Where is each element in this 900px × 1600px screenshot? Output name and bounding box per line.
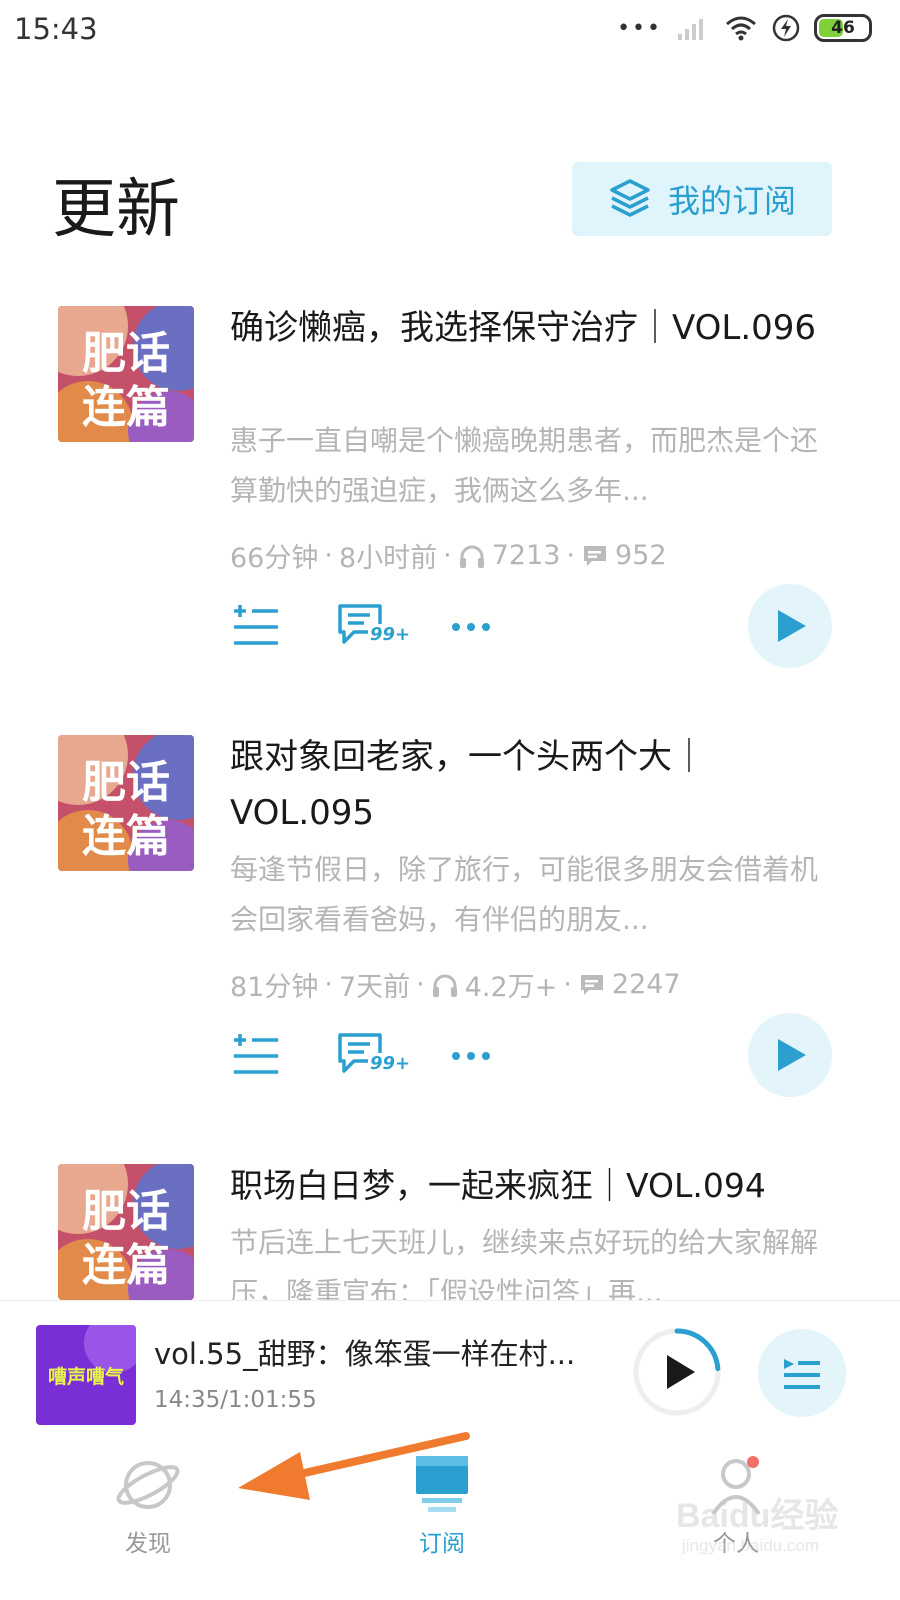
headphones-icon [432,974,457,997]
status-bar: 15:43 ••• 46 [0,0,900,64]
now-playing-cover[interactable]: 嘈声嘈气 [36,1325,136,1425]
episode-description: 节后连上七天班儿，继续来点好玩的给大家解解压，隆重宣布：「假设性问答」再... [230,1226,819,1300]
play-icon [778,1039,806,1071]
battery-icon: 46 [814,14,872,42]
signal-icon [678,19,703,40]
episode-description: 每逢节假日，除了旅行，可能很多朋友会借着机会回家看看爸妈，有伴侣的朋友... [230,853,819,936]
planet-icon [116,1461,180,1509]
comment-icon [584,545,607,566]
add-to-playlist-icon [234,605,278,645]
add-to-playlist-button[interactable] [230,603,282,651]
my-subscriptions-button[interactable]: 我的订阅 [572,162,832,236]
episode-comments: 952 [615,540,667,571]
mini-player[interactable]: 嘈声嘈气 vol.55_甜野：像笨蛋一样在村... 14:35/1:01:55 [0,1300,900,1438]
watermark: Baidu经验 jingyan.baidu.com [676,1488,876,1588]
episode-item[interactable]: 肥话 连篇 跟对象回老家，一个头两个大｜VOL.095 每逢节假日，除了旅行，可… [0,729,900,1109]
page-title: 更新 [52,173,180,247]
episode-comments: 2247 [611,969,681,1000]
add-to-playlist-icon [234,1034,278,1074]
cover-title-line1: 肥话 [82,328,170,379]
status-icons: ••• 46 [617,14,872,42]
status-time: 15:43 [14,12,98,46]
comment-count-badge: 99+ [368,1053,413,1074]
episode-age: 7天前 [338,972,411,1003]
episode-meta: 81分钟 · 7天前 · 4.2万+ · 2247 [230,965,681,1004]
comments-button[interactable]: 99+ [336,1031,413,1081]
now-playing-title[interactable]: vol.55_甜野：像笨蛋一样在村... [154,1331,614,1373]
battery-level: 46 [831,18,855,38]
now-playing-time: 14:35/1:01:55 [154,1387,317,1413]
episode-description: 惠子一直自嘲是个懒癌晚期患者，而肥杰是个还算勤快的强迫症，我俩这么多年... [230,424,819,507]
more-notifications-icon: ••• [617,15,662,41]
comment-count-badge: 99+ [368,624,413,645]
more-icon [452,623,490,631]
cover-title-line1: 肥话 [82,757,170,808]
episode-plays: 4.2万+ [464,972,558,1003]
layers-icon [610,179,650,217]
episode-duration: 66分钟 [230,543,319,574]
cover-title-line2: 连篇 [82,382,170,433]
cover-title-line2: 连篇 [82,1240,170,1291]
mini-play-button[interactable] [632,1327,722,1417]
playlist-button[interactable] [758,1329,846,1417]
playlist-icon [784,1359,820,1389]
play-icon [667,1355,695,1389]
podcast-cover[interactable]: 肥话 连篇 [58,1164,194,1300]
now-playing-cover-text: 嘈声嘈气 [48,1365,124,1388]
episode-title[interactable]: 职场白日梦，一起来疯狂｜VOL.094 [230,1158,830,1214]
headphones-icon [459,545,484,568]
watermark-url: jingyan.baidu.com [682,1536,820,1555]
tab-subscriptions[interactable]: 订阅 [362,1452,522,1558]
tab-label: 发现 [125,1531,171,1557]
episode-item[interactable]: 肥话 连篇 职场白日梦，一起来疯狂｜VOL.094 节后连上七天班儿，继续来点好… [0,1158,900,1300]
play-button[interactable] [748,584,832,668]
watermark-brand: Baidu经验 [676,1497,839,1535]
episode-item[interactable]: 肥话 连篇 确诊懒癌，我选择保守治疗｜VOL.096 惠子一直自嘲是个懒癌晚期患… [0,300,900,680]
episode-duration: 81分钟 [230,972,319,1003]
episode-title[interactable]: 跟对象回老家，一个头两个大｜VOL.095 [230,729,820,841]
episode-actions: 99+ [230,1031,492,1081]
cover-title-line1: 肥话 [82,1186,170,1237]
more-options-button[interactable] [450,1050,492,1062]
charging-icon [772,14,800,42]
episode-plays: 7213 [491,540,561,571]
notification-dot [747,1456,759,1468]
cover-title-line2: 连篇 [82,811,170,862]
more-icon [452,1052,490,1060]
add-to-playlist-button[interactable] [230,1032,282,1080]
episode-meta: 66分钟 · 8小时前 · 7213 · 952 [230,536,667,575]
comment-icon [580,974,603,995]
episode-title[interactable]: 确诊懒癌，我选择保守治疗｜VOL.096 [230,300,820,356]
my-subscriptions-label: 我的订阅 [667,182,796,220]
podcast-cover[interactable]: 肥话 连篇 [58,306,194,442]
podcast-cover[interactable]: 肥话 连篇 [58,735,194,871]
episode-actions: 99+ [230,602,492,652]
more-options-button[interactable] [450,621,492,633]
episode-age: 8小时前 [338,543,438,574]
tab-discover[interactable]: 发现 [68,1452,228,1558]
play-button[interactable] [748,1013,832,1097]
tab-label: 订阅 [419,1531,465,1557]
comments-button[interactable]: 99+ [336,602,413,652]
wifi-icon [726,16,756,41]
subscriptions-icon [416,1456,468,1512]
play-icon [778,610,806,642]
